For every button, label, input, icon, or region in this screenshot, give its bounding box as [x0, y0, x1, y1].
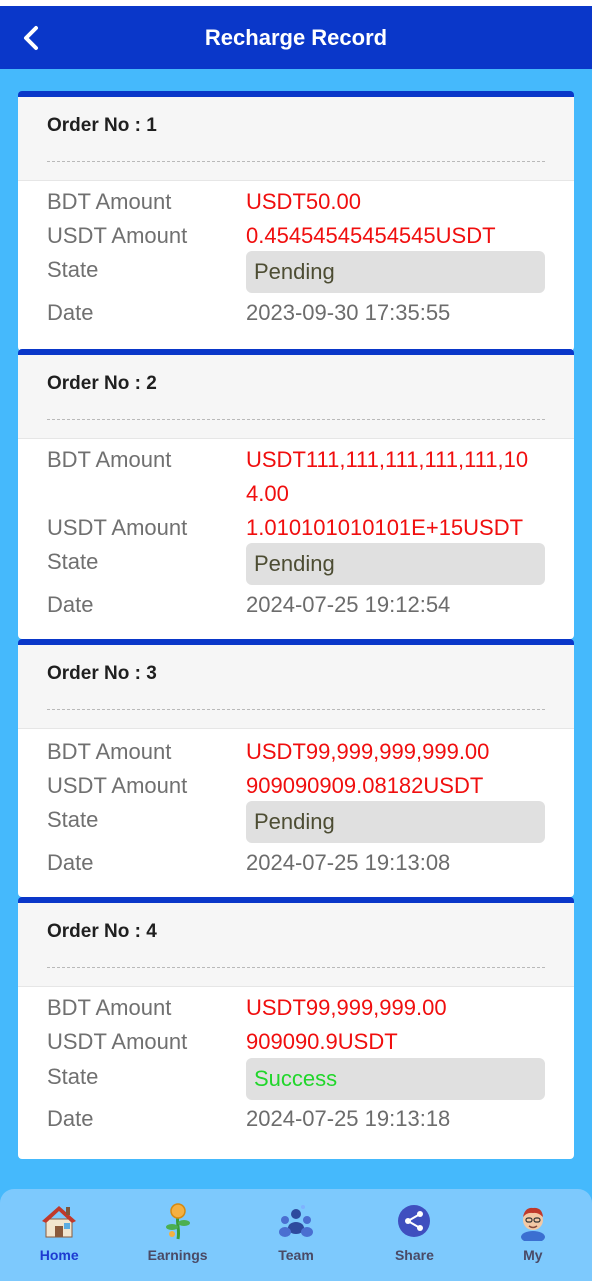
nav-item-my[interactable]: My	[474, 1189, 592, 1281]
date-label: Date	[47, 1106, 94, 1131]
nav-label-share: Share	[394, 1247, 434, 1263]
bdt-amount-label: BDT Amount	[47, 189, 172, 214]
order-card-header: Order No : 3	[18, 645, 574, 729]
home-icon	[42, 1206, 77, 1238]
page-title: Recharge Record	[204, 24, 388, 50]
divider	[47, 161, 545, 162]
date-label: Date	[47, 592, 94, 617]
share-icon	[398, 1205, 431, 1237]
avatar-icon	[520, 1207, 545, 1241]
order-card-header: Order No : 4	[18, 903, 574, 987]
chevron-left-icon	[24, 26, 38, 50]
order-number: Order No : 1	[47, 115, 157, 136]
divider	[47, 967, 545, 968]
recharge-record-page: Recharge Record Order No : 1 BDT Amount …	[0, 0, 592, 1281]
state-label: State	[47, 807, 99, 832]
nav-item-home[interactable]: Home	[0, 1189, 118, 1281]
nav-label-home: Home	[39, 1247, 79, 1263]
status-badge: Pending	[246, 801, 545, 843]
state-label: State	[47, 257, 99, 282]
order-card-header: Order No : 1	[18, 97, 574, 181]
bdt-amount-value: USDT50.00	[246, 189, 361, 214]
order-card: Order No : 1 BDT Amount USDT50.00 USDT A…	[18, 91, 574, 351]
usdt-amount-label: USDT Amount	[47, 223, 188, 248]
order-card: Order No : 2 BDT Amount USDT111,111,111,…	[18, 349, 574, 639]
date-label: Date	[47, 300, 94, 325]
back-button[interactable]	[14, 20, 50, 56]
status-badge: Pending	[246, 543, 545, 585]
order-number: Order No : 2	[47, 373, 157, 394]
order-card: Order No : 4 BDT Amount USDT99,999,999.0…	[18, 897, 574, 1159]
bdt-amount-label: BDT Amount	[47, 739, 172, 764]
bdt-amount-value: USDT111,111,111,111,111,104.00	[246, 447, 529, 506]
bdt-amount-label: BDT Amount	[47, 447, 172, 472]
bdt-amount-value: USDT99,999,999,999.00	[246, 739, 490, 764]
status-badge: Pending	[246, 251, 545, 293]
usdt-amount-label: USDT Amount	[47, 773, 188, 798]
divider	[47, 419, 545, 420]
date-value: 2024-07-25 19:12:54	[246, 592, 451, 617]
usdt-amount-label: USDT Amount	[47, 1029, 188, 1054]
date-label: Date	[47, 850, 94, 875]
team-icon	[279, 1205, 314, 1237]
usdt-amount-value: 0.45454545454545USDT	[246, 223, 496, 248]
date-value: 2024-07-25 19:13:08	[246, 850, 451, 875]
nav-label-my: My	[523, 1247, 543, 1263]
state-label: State	[47, 1064, 99, 1089]
nav-label-earnings: Earnings	[147, 1247, 208, 1263]
order-number: Order No : 3	[47, 663, 157, 684]
nav-item-team[interactable]: Team	[237, 1189, 355, 1281]
usdt-amount-value: 1.010101010101E+15USDT	[246, 515, 524, 540]
usdt-amount-label: USDT Amount	[47, 515, 188, 540]
nav-label-team: Team	[278, 1247, 314, 1263]
order-card: Order No : 3 BDT Amount USDT99,999,999,9…	[18, 639, 574, 897]
bdt-amount-value: USDT99,999,999.00	[246, 995, 447, 1020]
earnings-icon	[165, 1203, 190, 1240]
date-value: 2024-07-25 19:13:18	[246, 1106, 451, 1131]
status-badge: Success	[246, 1058, 545, 1100]
top-bar: Recharge Record	[0, 6, 592, 69]
record-list[interactable]: Order No : 1 BDT Amount USDT50.00 USDT A…	[0, 69, 592, 1281]
divider	[47, 709, 545, 710]
bdt-amount-label: BDT Amount	[47, 995, 172, 1020]
nav-item-earnings[interactable]: Earnings	[118, 1189, 236, 1281]
usdt-amount-value: 909090.9USDT	[246, 1029, 398, 1054]
order-number: Order No : 4	[47, 921, 157, 942]
bottom-nav: Home Earnings Team Share My	[0, 1189, 592, 1281]
usdt-amount-value: 909090909.08182USDT	[246, 773, 484, 798]
nav-item-share[interactable]: Share	[355, 1189, 473, 1281]
order-card-header: Order No : 2	[18, 355, 574, 439]
date-value: 2023-09-30 17:35:55	[246, 300, 451, 325]
state-label: State	[47, 549, 99, 574]
